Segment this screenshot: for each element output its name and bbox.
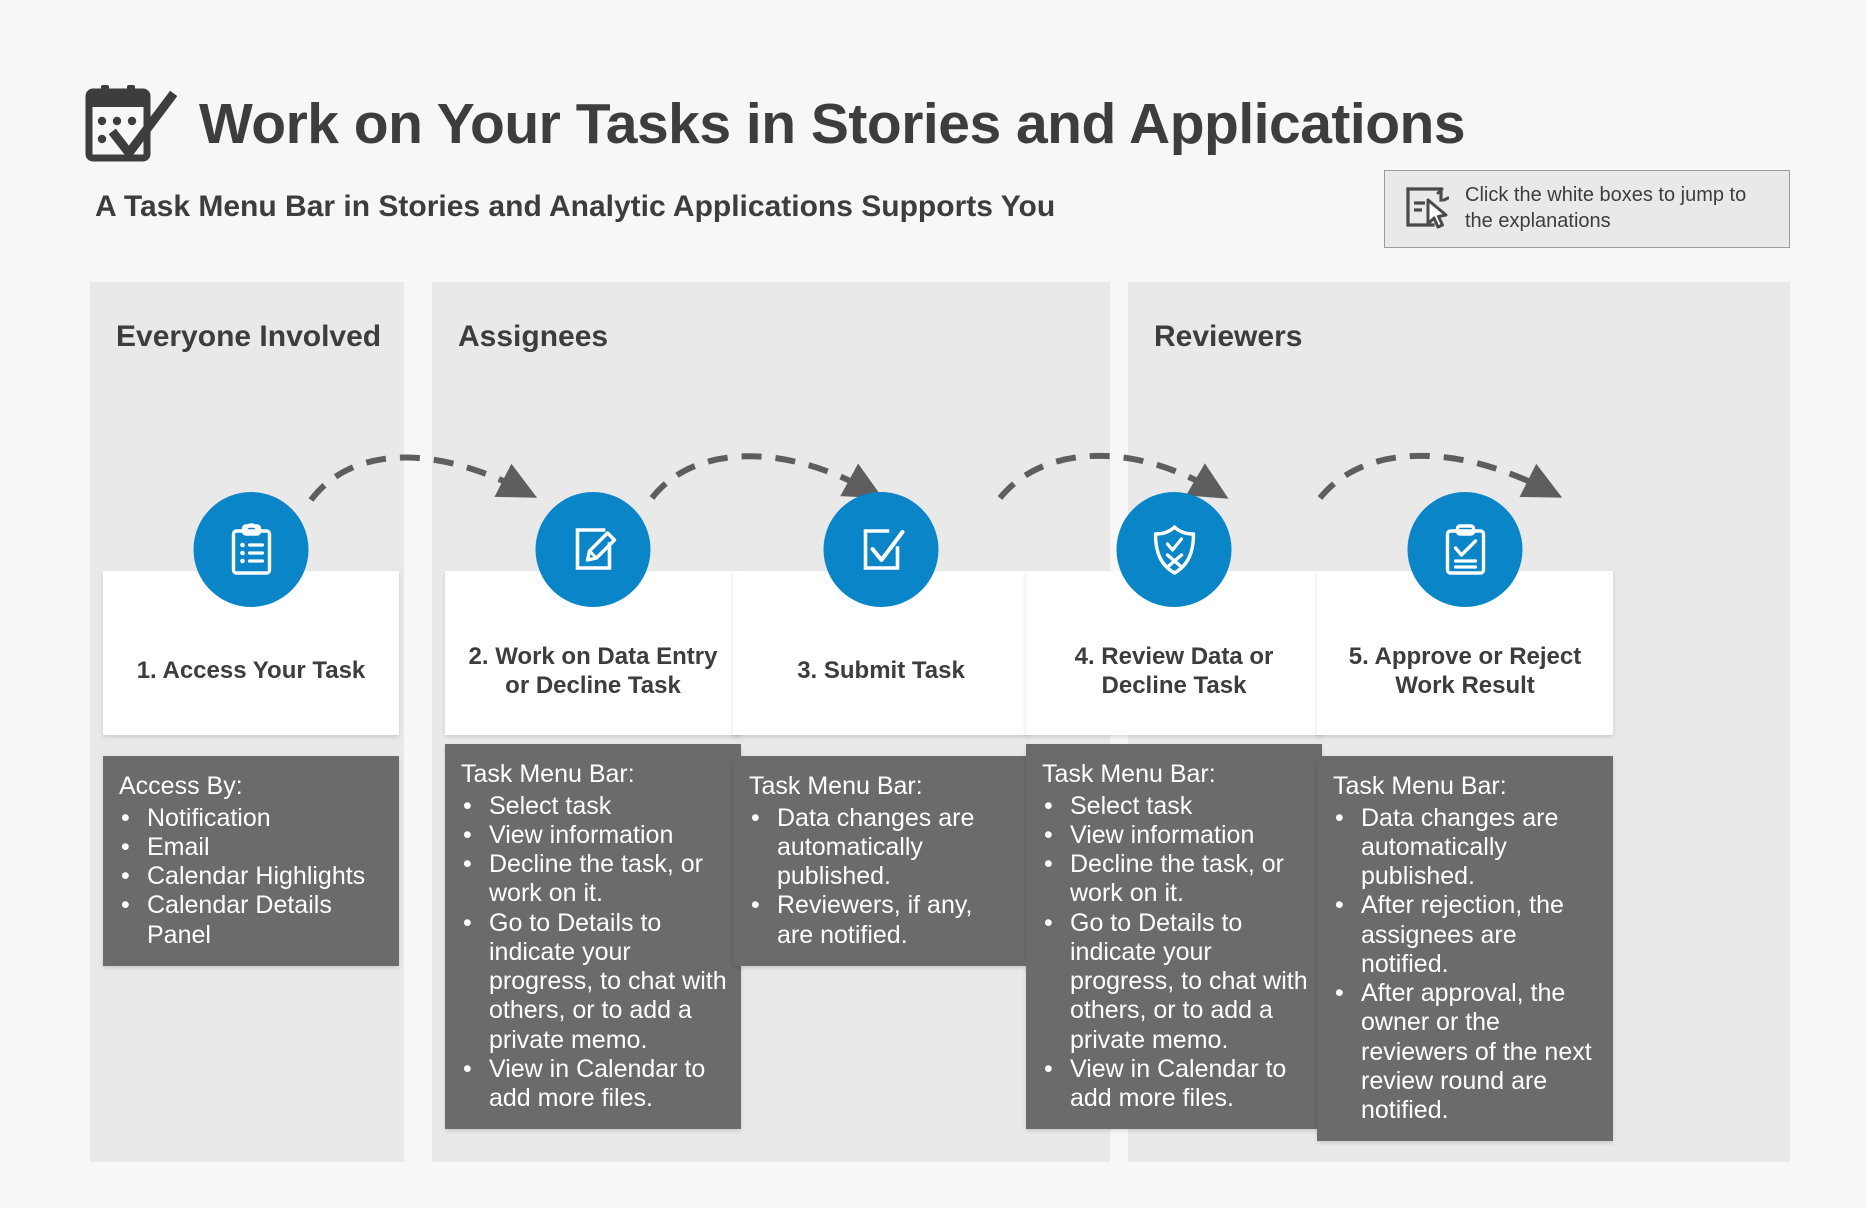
detail-box-4: Task Menu Bar: Select taskView informati… [1026,744,1322,1130]
step-label: 3. Submit Task [797,657,965,685]
step-label: 2. Work on Data Entry or Decline Task [468,642,718,699]
detail-list: Select taskView informationDecline the t… [461,792,727,1114]
detail-list-item: Email [119,833,385,863]
detail-heading: Task Menu Bar: [1333,772,1507,800]
detail-list-item: Go to Details to indicate your progress,… [461,909,727,1055]
page-header: Work on Your Tasks in Stories and Applic… [0,0,1866,248]
detail-list-item: Data changes are automatically published… [749,804,1015,892]
page-title: Work on Your Tasks in Stories and Applic… [199,92,1466,157]
detail-list-item: Select task [1042,792,1308,822]
detail-list: Data changes are automatically published… [1333,804,1599,1126]
detail-box-5: Task Menu Bar: Data changes are automati… [1317,756,1613,1142]
callout-hint-text: Click the white boxes to jump to the exp… [1465,184,1747,232]
detail-list-item: After rejection, the assignees are notif… [1333,891,1599,979]
detail-list: Data changes are automatically published… [749,804,1015,950]
step-label: 5. Approve or Reject Work Result [1348,642,1582,699]
page-subtitle: A Task Menu Bar in Stories and Analytic … [95,190,1056,223]
title-row: Work on Your Tasks in Stories and Applic… [85,58,1466,191]
detail-heading: Access By: [119,772,243,800]
lane-title: Assignees [458,320,609,353]
detail-list-item: Calendar Highlights [119,862,385,892]
shield-check-x-icon [1116,492,1232,607]
lane-title: Reviewers [1154,320,1303,353]
edit-square-pencil-icon [535,492,651,607]
click-cursor-icon [1403,184,1450,235]
detail-heading: Task Menu Bar: [749,772,923,800]
detail-list: Select taskView informationDecline the t… [1042,792,1308,1114]
check-square-icon [823,492,939,607]
calendar-check-icon [85,83,177,167]
detail-list-item: View information [461,821,727,851]
detail-list-item: View information [1042,821,1308,851]
detail-list-item: Go to Details to indicate your progress,… [1042,909,1308,1055]
step-label: 4. Review Data or Decline Task [1074,642,1274,699]
detail-list-item: Select task [461,792,727,822]
detail-list-item: View in Calendar to add more files. [1042,1055,1308,1114]
detail-box-2: Task Menu Bar: Select taskView informati… [445,744,741,1130]
detail-box-1: Access By: NotificationEmailCalendar Hig… [103,756,399,966]
detail-list-item: After approval, the owner or the reviewe… [1333,979,1599,1125]
detail-heading: Task Menu Bar: [461,760,635,788]
detail-list-item: Data changes are automatically published… [1333,804,1599,892]
detail-list-item: Decline the task, or work on it. [461,850,727,909]
clipboard-list-icon [193,492,309,607]
detail-box-3: Task Menu Bar: Data changes are automati… [733,756,1029,966]
detail-heading: Task Menu Bar: [1042,760,1216,788]
detail-list-item: Calendar Details Panel [119,891,385,950]
detail-list-item: Notification [119,804,385,834]
lane-title: Everyone Involved [116,320,382,353]
detail-list-item: View in Calendar to add more files. [461,1055,727,1114]
clipboard-check-icon [1407,492,1523,607]
detail-list: NotificationEmailCalendar HighlightsCale… [119,804,385,950]
callout-hint-box: Click the white boxes to jump to the exp… [1384,170,1790,248]
detail-list-item: Decline the task, or work on it. [1042,850,1308,909]
step-label: 1. Access Your Task [136,657,366,685]
detail-list-item: Reviewers, if any, are notified. [749,891,1015,950]
